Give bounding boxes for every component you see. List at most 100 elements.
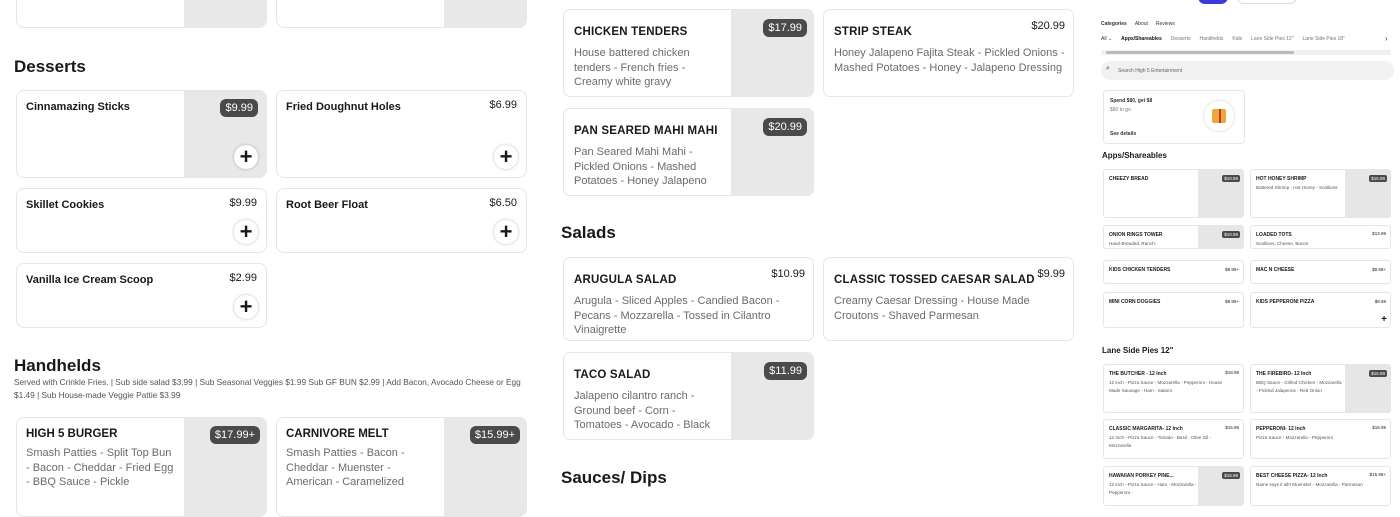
add-item-button[interactable]: + [234,145,258,169]
item-name: PEPPERONI- 12 Inch [1256,426,1306,432]
item-name: KIDS PEPPERONI PIZZA [1256,299,1315,305]
tab-all[interactable]: All ⌄ [1101,36,1112,42]
menu-item-arugula-salad[interactable]: ARUGULA SALAD Arugula - Sliced Apples - … [563,257,814,341]
item-name: Vanilla Ice Cream Scoop [26,274,154,286]
section-title-apps: Apps/Shareables [1102,151,1167,160]
item-price: $10.99 [771,268,805,280]
menu-item-the-butcher[interactable]: THE BUTCHER - 12 Inch 12 inch - Pizza Sa… [1103,364,1244,413]
menu-item-chicken-tenders[interactable]: CHICKEN TENDERS House battered chicken t… [563,9,814,97]
item-name: PAN SEARED MAHI MAHI [574,125,718,137]
item-description: Scallions, Cheese, Bacon [1256,241,1309,246]
search-bar[interactable]: ⌕ Search High 5 Entertainment [1101,61,1394,80]
promo-details-link[interactable]: See details [1110,131,1136,137]
chevron-down-icon: ⌄ [1107,36,1113,42]
item-name: STRIP STEAK [834,26,913,38]
menu-item-classic-margarita[interactable]: CLASSIC MARGARITA- 12 Inch 12 Inch - Piz… [1103,419,1244,459]
menu-item-strip-steak[interactable]: STRIP STEAK Honey Jalapeno Fajita Steak … [823,9,1074,97]
promo-subtitle: $80 to go [1110,107,1131,113]
item-price: $10.99 [1222,175,1240,182]
section-note: Served with Crinkle Fries. | Sub side sa… [14,377,521,400]
menu-item-the-firebird[interactable]: THE FIREBIRD- 12 Inch BBQ Sauce - Grille… [1250,364,1391,413]
menu-item-caesar-salad[interactable]: CLASSIC TOSSED CAESAR SALAD Creamy Caesa… [823,257,1074,341]
item-price: $13.99 [1372,231,1386,236]
item-price: $10.99 [1222,231,1240,238]
tab-pies-12[interactable]: Lane Side Pies 12" [1251,36,1293,42]
item-description: Pan Seared Mahi Mahi - Pickled Onions - … [574,146,707,187]
item-price: $6.99 [489,99,517,111]
menu-item-cinnamazing-sticks[interactable]: Cinnamazing Sticks $9.99 + [16,90,267,178]
item-price: $17.99+ [209,426,260,444]
item-price: $16.99 [1372,425,1386,430]
category-scrollbar[interactable] [1101,50,1391,55]
plus-icon: + [499,144,513,169]
menu-item-pepperoni[interactable]: PEPPERONI- 12 Inch Pizza Sauce - Mozzare… [1250,419,1391,459]
menu-item-vanilla-ice-cream-scoop[interactable]: Vanilla Ice Cream Scoop $2.99 + [16,263,267,328]
scrollbar-thumb[interactable] [1106,51,1294,54]
item-name: MINI CORN DOGGIES [1109,299,1161,305]
menu-item-hot-honey-shrimp[interactable]: HOT HONEY SHRIMP Battered Shrimp - Hot H… [1250,169,1391,218]
menu-item-onion-rings-tower[interactable]: ONION RINGS TOWER Hand-Breaded, Ranch- $… [1103,225,1244,249]
menu-item-best-cheese-pizza[interactable]: BEST CHEESE PIZZA- 12 Inch Name says it … [1250,466,1391,506]
menu-item-root-beer-float[interactable]: Root Beer Float $6.50 + [276,188,527,253]
menu-item-taco-salad[interactable]: TACO SALAD Jalapeno cilantro ranch - Gro… [563,352,814,440]
nav-link-about[interactable]: About [1135,21,1148,27]
item-description: Jalapeno cilantro ranch - Ground beef - … [574,390,711,431]
menu-item-mac-n-cheese[interactable]: MAC N CHEESE $8.99+ [1250,260,1391,284]
item-price: $16.99 [1369,370,1387,377]
order-toggle-active[interactable] [1198,0,1228,4]
item-price: $20.99 [1031,20,1065,32]
item-description: Honey Jalapeno Fajita Steak - Pickled On… [834,47,1065,74]
promo-card[interactable]: Spend $80, get $8 $80 to go See details [1103,90,1245,144]
add-item-button[interactable]: + [234,295,258,319]
item-price: $17.99 [763,19,807,37]
item-price: $6.50 [489,197,517,209]
add-item-button[interactable]: + [494,145,518,169]
item-name: Skillet Cookies [26,199,105,211]
menu-item-card[interactable] [16,0,267,28]
item-price: $16.99 [1222,472,1240,479]
menu-item-high-5-burger[interactable]: HIGH 5 BURGER $17.99+ Smash Patties - Sp… [16,417,267,517]
chevron-right-icon[interactable]: › [1385,34,1388,43]
top-nav: Categories About Reviews [1101,21,1175,27]
item-name: LOADED TOTS [1256,232,1292,238]
item-image [184,0,266,27]
item-description: 12 inch - Pizza Sauce - Ham - Mozzarella… [1109,482,1197,495]
order-toggle-inactive[interactable] [1237,0,1297,4]
item-name: BEST CHEESE PIZZA- 12 Inch [1256,473,1328,479]
tab-pies-18[interactable]: Lane Side Pies 18" [1302,36,1344,42]
nav-link-reviews[interactable]: Reviews [1156,21,1175,27]
item-price: $15.99+ [1369,472,1386,477]
menu-item-cheezy-bread[interactable]: CHEEZY BREAD $10.99 [1103,169,1244,218]
plus-icon: + [239,219,253,244]
tab-desserts[interactable]: Desserts [1171,36,1191,42]
item-description: Smash Patties - Split Top Bun - Bacon - … [26,447,174,488]
add-item-button[interactable]: + [234,220,258,244]
item-description: Battered Shrimp - Hot Honey - Scallions [1256,185,1338,190]
item-price: $2.99 [229,272,257,284]
tab-apps-shareables[interactable]: Apps/Shareables [1121,36,1162,42]
nav-link-categories[interactable]: Categories [1101,21,1127,27]
menu-item-kids-chicken-tenders[interactable]: KIDS CHICKEN TENDERS $8.99+ [1103,260,1244,284]
menu-item-mini-corn-doggies[interactable]: MINI CORN DOGGIES $8.99+ [1103,292,1244,328]
add-item-button[interactable]: + [494,220,518,244]
item-price: $9.99 [1037,268,1065,280]
menu-item-carnivore-melt[interactable]: CARNIVORE MELT $15.99+ Smash Patties - B… [276,417,527,517]
menu-item-pan-seared-mahi-mahi[interactable]: PAN SEARED MAHI MAHI Pan Seared Mahi Mah… [563,108,814,196]
item-name: Fried Doughnut Holes [286,101,401,113]
menu-item-skillet-cookies[interactable]: Skillet Cookies $9.99 + [16,188,267,253]
item-image [444,0,526,27]
item-price: $9.99 [229,197,257,209]
menu-item-fried-doughnut-holes[interactable]: Fried Doughnut Holes $6.99 + [276,90,527,178]
tab-handhelds[interactable]: Handhelds [1199,36,1223,42]
search-icon: ⌕ [1106,65,1110,72]
menu-item-hawaiian-porkey-pine[interactable]: HAWAIIAN PORKEY PINE... 12 inch - Pizza … [1103,466,1244,506]
tab-kids[interactable]: Kids [1232,36,1242,42]
search-input[interactable]: Search High 5 Entertainment [1118,68,1182,74]
add-item-button[interactable]: + [1381,315,1387,325]
menu-item-loaded-tots[interactable]: LOADED TOTS Scallions, Cheese, Bacon $13… [1250,225,1391,249]
item-price: $15.99 [1225,425,1239,430]
menu-item-kids-pepperoni-pizza[interactable]: KIDS PEPPERONI PIZZA $8.99 + [1250,292,1391,328]
plus-icon: + [239,294,253,319]
menu-item-card[interactable] [276,0,527,28]
item-name: THE BUTCHER - 12 Inch [1109,371,1167,377]
